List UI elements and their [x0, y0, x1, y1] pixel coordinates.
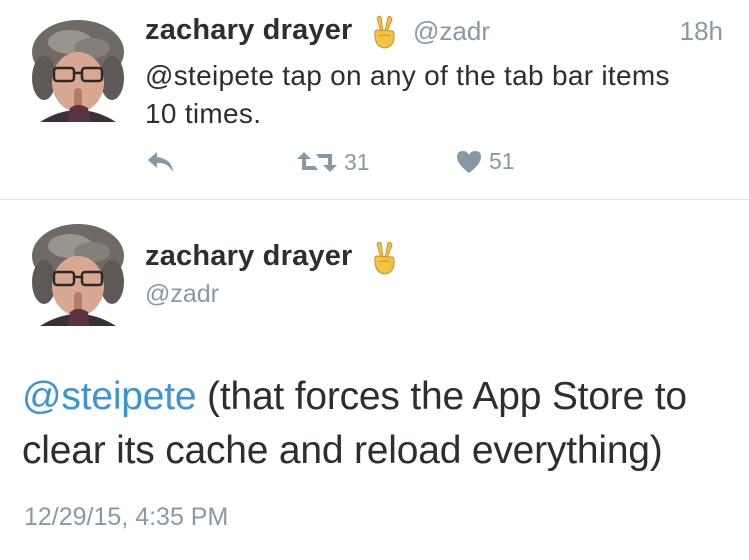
author-handle[interactable]: @zadr	[413, 16, 490, 47]
tweet-divider	[0, 199, 749, 200]
like-button[interactable]: 51	[455, 148, 515, 175]
reply-button[interactable]	[145, 148, 177, 176]
tweet-text: @steipete (that forces the App Store to …	[22, 370, 732, 478]
author-name[interactable]: zachary drayer	[145, 240, 353, 273]
reply-icon	[148, 152, 173, 172]
avatar-image	[30, 222, 126, 326]
tweet-timestamp[interactable]: 18h	[680, 16, 723, 47]
avatar-image	[30, 18, 126, 122]
tweet-text: @steipete tap on any of the tab bar item…	[145, 60, 670, 129]
heart-icon	[457, 150, 481, 173]
retweet-count: 31	[344, 148, 370, 175]
avatar[interactable]	[30, 222, 126, 326]
like-count: 51	[489, 148, 515, 174]
author-handle[interactable]: @zadr	[145, 280, 219, 309]
retweet-button[interactable]: 31	[296, 148, 370, 176]
tweet-date[interactable]: 12/29/15, 4:35 PM	[24, 503, 228, 532]
victory-hand-emoji	[374, 15, 395, 49]
tweet-thread: zachary drayer @zadr 18h @steipete tap o…	[0, 0, 749, 560]
retweet-icon	[297, 152, 337, 172]
avatar[interactable]	[30, 18, 126, 122]
victory-hand-emoji	[374, 241, 395, 275]
mention-link[interactable]: @steipete	[22, 375, 197, 418]
author-name[interactable]: zachary drayer	[145, 14, 353, 47]
